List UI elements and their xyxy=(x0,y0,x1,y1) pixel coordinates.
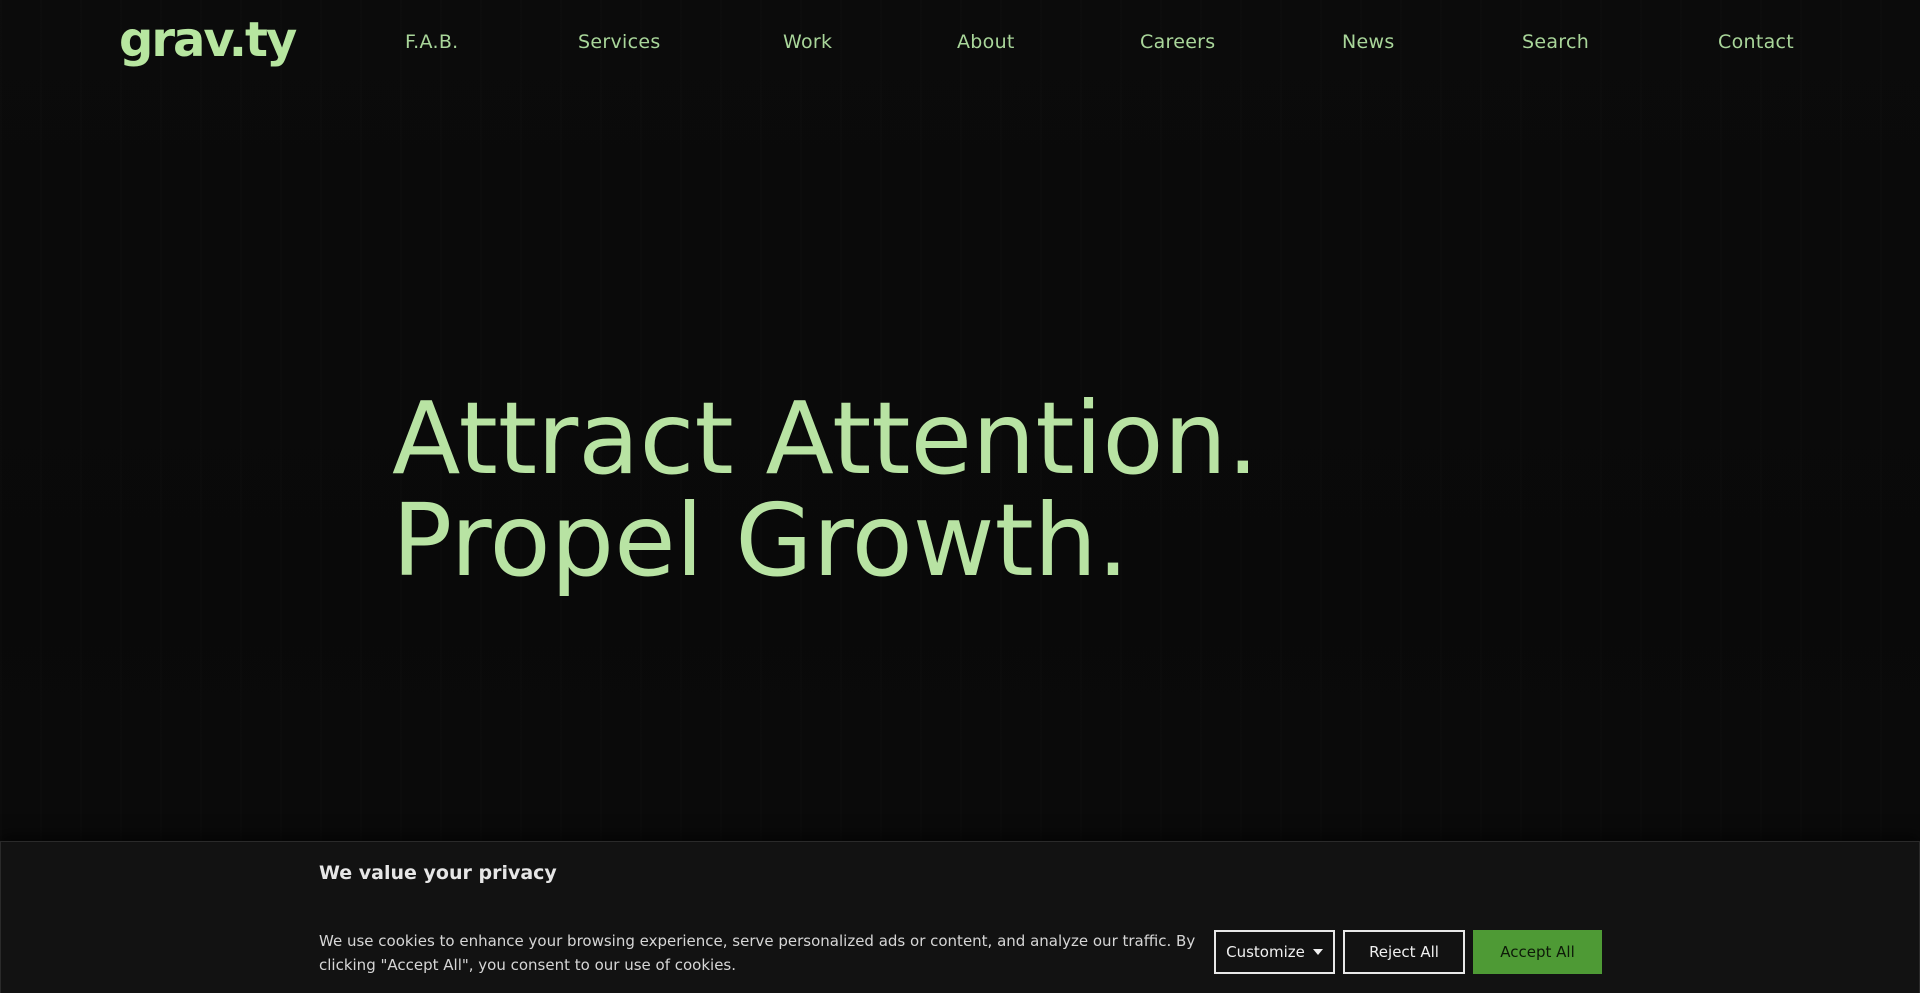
nav-item-news[interactable]: News xyxy=(1342,30,1395,54)
top-navigation: grav.ty F.A.B. Services Work About Caree… xyxy=(0,0,1920,84)
logo-wordmark: grav.ty xyxy=(119,12,297,68)
nav-item-contact[interactable]: Contact xyxy=(1718,30,1794,54)
nav-item-search[interactable]: Search xyxy=(1522,30,1589,54)
hero-line-1: Attract Attention. xyxy=(392,380,1259,497)
cookie-banner-title: We value your privacy xyxy=(319,862,557,884)
hero-headline: Attract Attention. Propel Growth. xyxy=(392,388,1259,592)
page: grav.ty F.A.B. Services Work About Caree… xyxy=(0,0,1920,993)
hero-line-2: Propel Growth. xyxy=(392,482,1129,599)
nav-item-careers[interactable]: Careers xyxy=(1140,30,1216,54)
customize-button[interactable]: Customize xyxy=(1214,930,1335,974)
nav-item-about[interactable]: About xyxy=(957,30,1015,54)
site-logo[interactable]: grav.ty xyxy=(119,12,297,68)
reject-all-button[interactable]: Reject All xyxy=(1343,930,1465,974)
customize-button-label: Customize xyxy=(1226,943,1305,961)
nav-item-work[interactable]: Work xyxy=(783,30,832,54)
cookie-banner-text: We use cookies to enhance your browsing … xyxy=(319,932,1196,974)
nav-item-services[interactable]: Services xyxy=(578,30,661,54)
cookie-consent-banner: We value your privacy We use cookies to … xyxy=(0,841,1920,993)
accept-all-button[interactable]: Accept All xyxy=(1473,930,1602,974)
reject-all-button-label: Reject All xyxy=(1369,943,1439,961)
nav-item-fab[interactable]: F.A.B. xyxy=(405,30,459,54)
accept-all-button-label: Accept All xyxy=(1500,943,1575,961)
caret-down-icon xyxy=(1312,949,1323,955)
